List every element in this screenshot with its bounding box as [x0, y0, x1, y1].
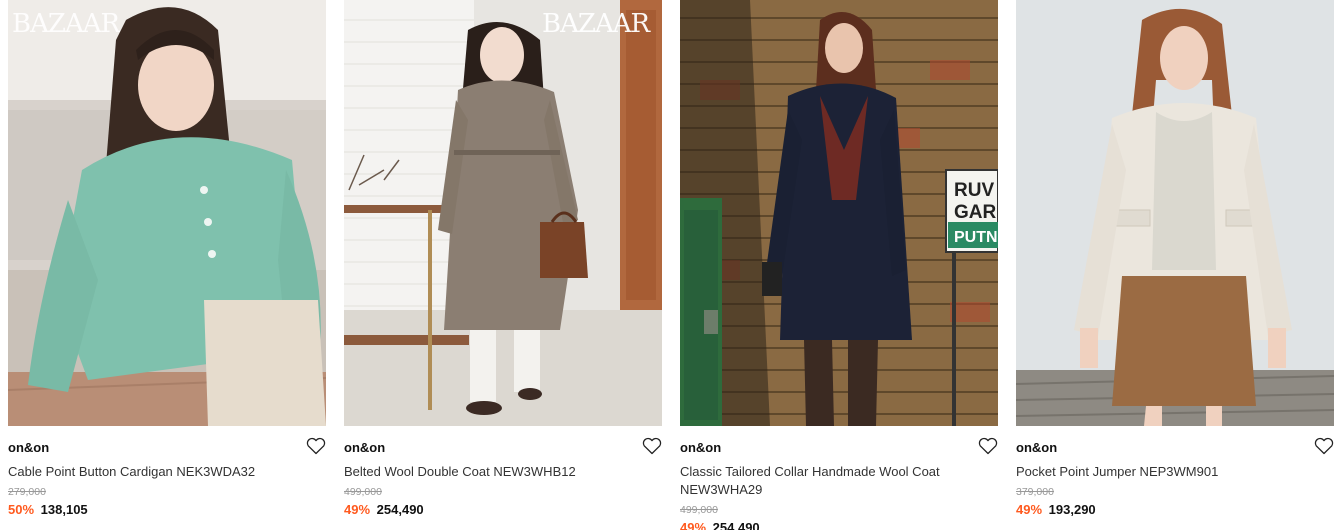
product-photo-cardigan	[8, 0, 326, 426]
product-photo-jumper	[1016, 0, 1334, 426]
brand-label[interactable]: on&on	[680, 439, 998, 457]
product-grid: BAZAAR on&on Cable Point Button Cardigan…	[0, 0, 1340, 530]
sale-price-row: 49% 254,490	[344, 501, 662, 518]
discount-percent: 49%	[1016, 502, 1043, 517]
product-photo-tailored-coat: RUV GAR PUTN	[680, 0, 998, 426]
street-sign-line-2: GAR	[954, 202, 997, 223]
discount-percent: 50%	[8, 502, 35, 517]
product-name[interactable]: Cable Point Button Cardigan NEK3WDA32	[8, 463, 278, 481]
brand-label[interactable]: on&on	[1016, 439, 1334, 457]
brand-label[interactable]: on&on	[344, 439, 662, 457]
sale-price: 254,490	[712, 520, 760, 530]
product-image[interactable]	[1016, 0, 1334, 426]
product-card[interactable]: RUV GAR PUTN on&on Classic Tailored Coll…	[680, 0, 998, 530]
wishlist-heart-icon[interactable]	[642, 437, 662, 455]
original-price: 279,000	[8, 486, 46, 498]
wishlist-heart-icon[interactable]	[1314, 437, 1334, 455]
wishlist-heart-icon[interactable]	[978, 437, 998, 455]
sale-price: 254,490	[376, 502, 424, 517]
sale-price-row: 49% 254,490	[680, 519, 998, 530]
bazaar-watermark: BAZAAR	[542, 9, 653, 36]
product-image[interactable]: BAZAAR	[8, 0, 326, 426]
original-price: 499,000	[680, 504, 718, 516]
product-name[interactable]: Classic Tailored Collar Handmade Wool Co…	[680, 463, 950, 499]
brand-row: on&on	[1016, 437, 1334, 459]
brand-row: on&on	[680, 437, 998, 459]
bazaar-watermark-text: BAZAAR	[12, 9, 120, 36]
wishlist-heart-icon[interactable]	[306, 437, 326, 455]
brand-row: on&on	[344, 437, 662, 459]
street-sign-line-1: RUV	[954, 180, 994, 201]
product-image[interactable]: RUV GAR PUTN	[680, 0, 998, 426]
sale-price-row: 49% 193,290	[1016, 501, 1334, 518]
product-card[interactable]: BAZAAR on&on Cable Point Button Cardigan…	[8, 0, 326, 530]
original-price: 379,000	[1016, 486, 1054, 498]
product-photo-belted-coat	[344, 0, 662, 426]
sale-price-row: 50% 138,105	[8, 501, 326, 518]
product-name[interactable]: Belted Wool Double Coat NEW3WHB12	[344, 463, 614, 481]
product-card[interactable]: BAZAAR on&on Belted Wool Double Coat NEW…	[344, 0, 662, 530]
discount-percent: 49%	[680, 520, 707, 530]
product-image[interactable]: BAZAAR	[344, 0, 662, 426]
sale-price: 138,105	[40, 502, 88, 517]
discount-percent: 49%	[344, 502, 371, 517]
original-price: 499,000	[344, 486, 382, 498]
brand-row: on&on	[8, 437, 326, 459]
product-name[interactable]: Pocket Point Jumper NEP3WM901	[1016, 463, 1286, 481]
bazaar-watermark: BAZAAR	[12, 9, 120, 36]
street-sign-line-3: PUTN	[954, 229, 998, 246]
product-card[interactable]: on&on Pocket Point Jumper NEP3WM901 379,…	[1016, 0, 1334, 530]
bazaar-watermark-text: BAZAAR	[542, 9, 652, 36]
sale-price: 193,290	[1048, 502, 1096, 517]
brand-label[interactable]: on&on	[8, 439, 326, 457]
